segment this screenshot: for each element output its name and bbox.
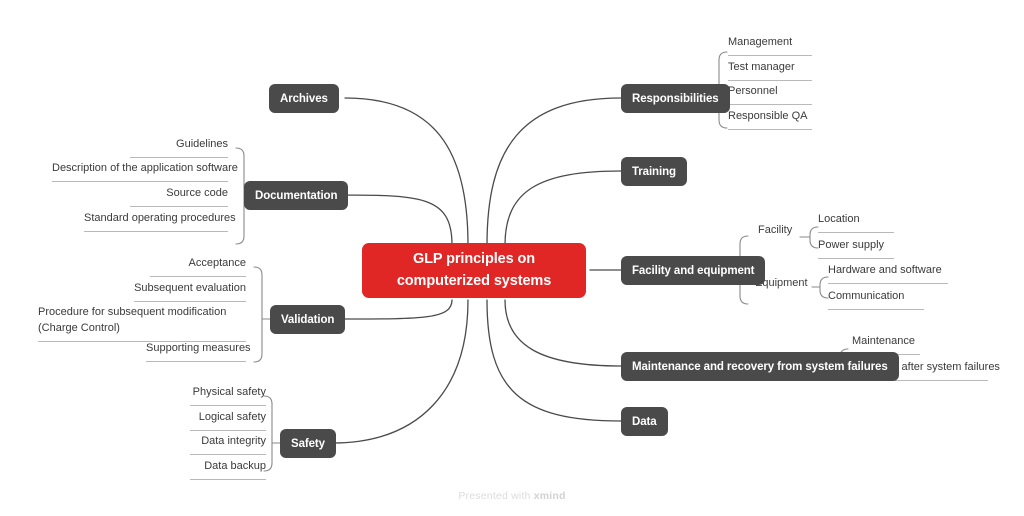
connector-root-validation	[331, 299, 453, 320]
leaf-item[interactable]: Guidelines	[130, 137, 228, 158]
branch-node-documentation[interactable]: Documentation	[244, 181, 349, 210]
branch-label-maintenance: Maintenance and recovery from system fai…	[632, 360, 888, 373]
branch-node-training[interactable]: Training	[621, 157, 687, 186]
leaf-label: Subsequent evaluation	[134, 282, 246, 294]
root-node[interactable]: GLP principles on computerized systems	[362, 243, 586, 298]
branch-node-facility-and-equipment[interactable]: Facility and equipment	[621, 256, 766, 285]
leaf-label: Location	[818, 213, 860, 225]
leaf-item[interactable]: Location	[818, 212, 894, 233]
branch-label-training: Training	[632, 165, 676, 178]
connector-root-data	[486, 299, 622, 422]
leaf-label: Data integrity	[201, 435, 266, 447]
leaf-item[interactable]: Management	[728, 35, 812, 56]
leaf-item[interactable]: Personnel	[728, 84, 812, 105]
leaf-label: Test manager	[728, 61, 795, 73]
branch-label-safety: Safety	[291, 437, 325, 450]
leaf-label: Source code	[166, 187, 228, 199]
branch-node-validation[interactable]: Validation	[270, 305, 346, 334]
leaf-item[interactable]: Acceptance	[150, 256, 246, 277]
leaf-label: Management	[728, 36, 793, 48]
subbranch-label-facility[interactable]: Facility	[758, 224, 792, 236]
bracket-equipment-children	[819, 276, 829, 299]
leaf-item[interactable]: Data integrity	[190, 434, 266, 455]
leaf-item[interactable]: Hardware and software	[828, 263, 948, 284]
leaf-item[interactable]: Test manager	[728, 60, 812, 81]
leaf-item[interactable]: Standard operating procedures	[84, 211, 236, 232]
connector-root-maintenance	[504, 299, 622, 367]
leaf-label: Physical safety	[192, 386, 266, 398]
watermark: Presented with xmind	[0, 490, 1024, 502]
connector-root-training	[504, 170, 622, 246]
branch-node-maintenance[interactable]: Maintenance and recovery from system fai…	[621, 352, 899, 381]
branch-label-archives: Archives	[280, 92, 328, 105]
connector-root-archives	[344, 97, 469, 246]
bracket-facility-children	[809, 226, 819, 249]
leaf-label: Personnel	[728, 85, 778, 97]
watermark-brand: xmind	[533, 490, 566, 502]
leaf-label: Supporting measures	[146, 342, 251, 354]
branch-label-data: Data	[632, 415, 657, 428]
leaf-item[interactable]: Responsible QA	[728, 109, 812, 130]
leaf-label: Guidelines	[176, 138, 228, 150]
leaf-item[interactable]: Source code	[130, 186, 228, 207]
leaf-label: Responsible QA	[728, 110, 808, 122]
leaf-item[interactable]: Supporting measures	[146, 341, 251, 362]
branch-node-safety[interactable]: Safety	[280, 429, 336, 458]
branch-label-validation: Validation	[281, 313, 335, 326]
leaf-label: Communication	[828, 290, 905, 302]
connector-root-responsibilities	[486, 97, 622, 246]
leaf-item[interactable]: Physical safety	[190, 385, 266, 406]
leaf-item[interactable]: Power supply	[818, 238, 894, 259]
leaf-item[interactable]: Logical safety	[190, 410, 266, 431]
leaf-label: Hardware and software	[828, 264, 942, 276]
connector-root-safety	[331, 299, 469, 444]
leaf-label: Acceptance	[188, 257, 246, 269]
branch-label-responsibilities: Responsibilities	[632, 92, 719, 105]
branch-node-data[interactable]: Data	[621, 407, 668, 436]
leaf-label: Procedure for subsequent modification (C…	[38, 306, 227, 334]
leaf-label: Power supply	[818, 239, 885, 251]
root-node-label: GLP principles on computerized systems	[396, 251, 552, 289]
leaf-label: Description of the application software	[52, 162, 238, 174]
connector-root-documentation	[331, 194, 453, 246]
branch-node-responsibilities[interactable]: Responsibilities	[621, 84, 730, 113]
branch-label-documentation: Documentation	[255, 189, 338, 202]
leaf-item[interactable]: Description of the application software	[52, 161, 238, 182]
branch-label-facility-and-equipment: Facility and equipment	[632, 264, 755, 277]
leaf-label: Standard operating procedures	[84, 212, 236, 224]
leaf-item[interactable]: Procedure for subsequent modification (C…	[38, 305, 246, 342]
leaf-item[interactable]: Data backup	[190, 459, 266, 480]
leaf-label: Data backup	[204, 460, 266, 472]
leaf-label: Maintenance	[852, 335, 915, 347]
leaf-label: Logical safety	[198, 411, 266, 423]
mindmap-canvas: GLP principles on computerized systems R…	[0, 0, 1024, 516]
leaf-item[interactable]: Communication	[828, 289, 924, 310]
branch-node-archives[interactable]: Archives	[269, 84, 339, 113]
leaf-item[interactable]: Subsequent evaluation	[134, 281, 246, 302]
watermark-prefix: Presented with	[458, 490, 531, 502]
bracket-validation	[253, 266, 263, 363]
